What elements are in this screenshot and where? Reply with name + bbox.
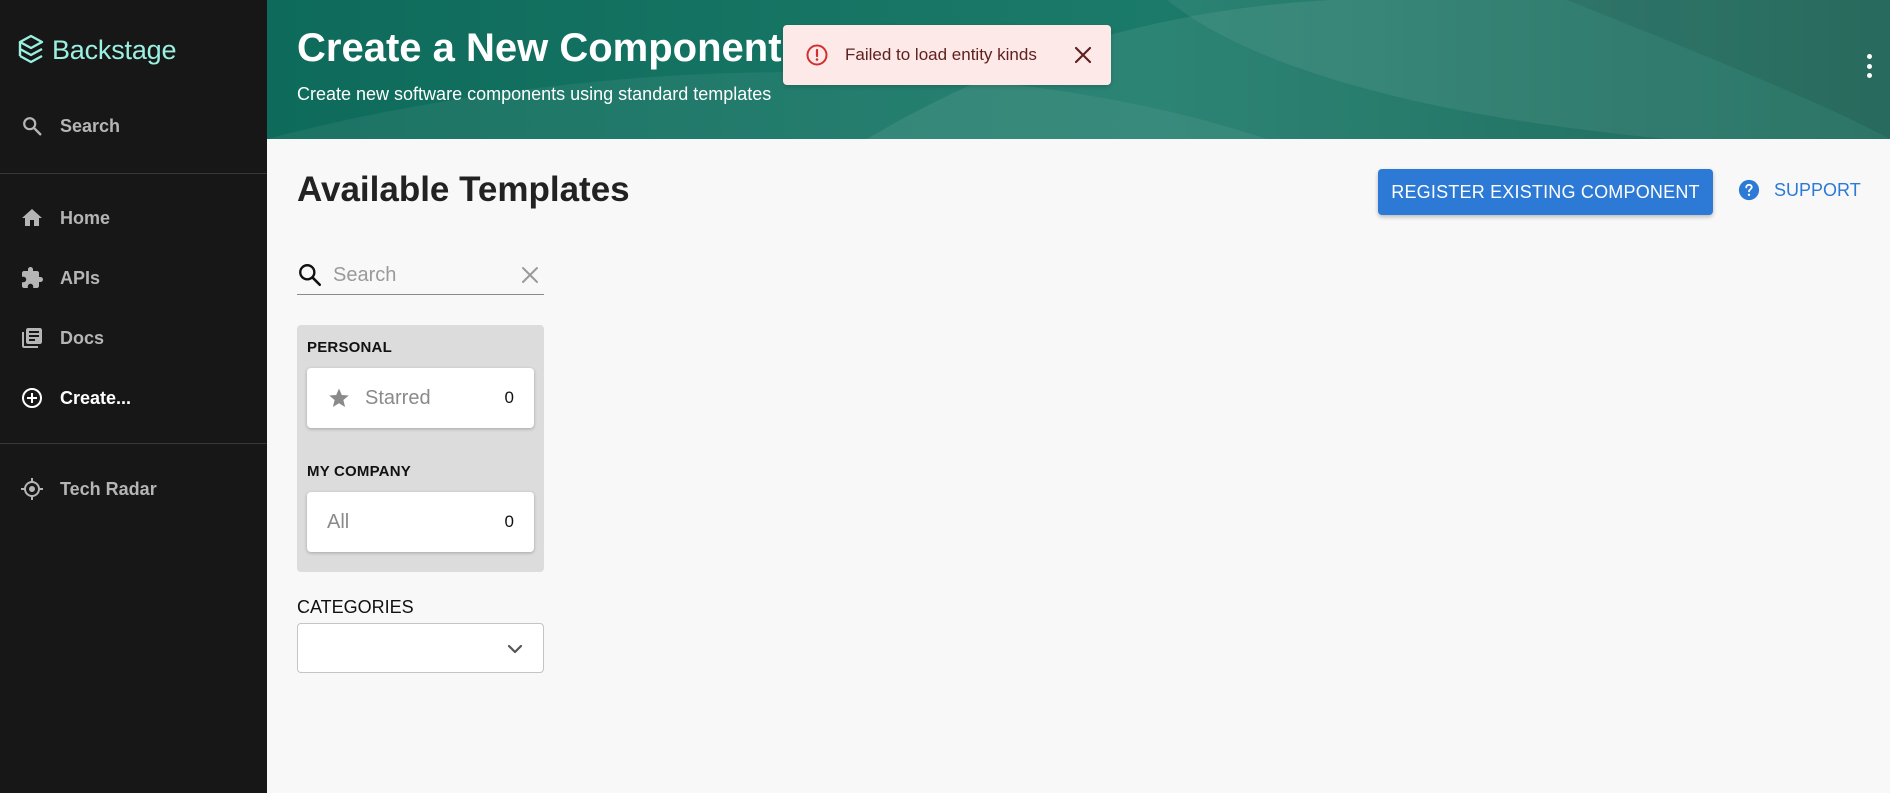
add-circle-icon <box>20 386 44 410</box>
sidebar-item-label: Home <box>60 207 111 228</box>
backstage-logo[interactable]: Backstage <box>16 32 176 68</box>
snackbar-message: Failed to load entity kinds <box>845 45 1037 64</box>
available-templates-title: Available Templates <box>297 170 630 209</box>
error-icon <box>806 44 828 66</box>
user-list-filter: PERSONAL Starred 0 MY COMPANY All 0 <box>297 325 544 572</box>
search-icon <box>299 264 322 287</box>
sidebar-item-home[interactable]: Home <box>0 194 267 242</box>
radar-icon <box>20 477 44 501</box>
clear-icon[interactable] <box>518 263 542 287</box>
page-title-header: Create a New Component <box>297 26 782 70</box>
sidebar-item-label: Create... <box>60 387 132 408</box>
sidebar: Backstage Search Home APIs Docs Create..… <box>0 0 267 793</box>
template-search <box>297 256 544 295</box>
puzzle-icon <box>20 266 44 290</box>
sidebar-divider <box>0 173 267 174</box>
categories-select[interactable] <box>297 623 544 673</box>
page-subtitle: Create new software components using sta… <box>297 84 772 104</box>
filter-count: 0 <box>504 388 514 407</box>
sidebar-item-label: Docs <box>60 327 105 348</box>
help-icon <box>1738 179 1760 201</box>
library-books-icon <box>20 326 44 350</box>
sidebar-divider <box>0 443 267 444</box>
filter-label: All <box>327 510 350 533</box>
sidebar-item-tech-radar[interactable]: Tech Radar <box>0 465 267 513</box>
categories-label: CATEGORIES <box>297 597 414 617</box>
sidebar-item-create[interactable]: Create... <box>0 374 267 422</box>
filter-label: Starred <box>365 386 431 409</box>
group-label-personal: PERSONAL <box>307 339 392 356</box>
search-icon <box>20 114 44 138</box>
filter-starred[interactable]: Starred 0 <box>307 368 534 428</box>
search-input[interactable] <box>333 263 503 287</box>
support-label: SUPPORT <box>1774 179 1861 200</box>
error-snackbar: Failed to load entity kinds <box>783 25 1111 85</box>
sidebar-item-apis[interactable]: APIs <box>0 254 267 302</box>
more-options-icon[interactable] <box>1864 54 1874 78</box>
home-icon <box>20 206 44 230</box>
filter-count: 0 <box>504 512 514 531</box>
group-label-my-company: MY COMPANY <box>307 463 411 480</box>
sidebar-item-search[interactable]: Search <box>0 102 267 150</box>
sidebar-item-label: Search <box>60 115 121 136</box>
sidebar-item-docs[interactable]: Docs <box>0 314 267 362</box>
sidebar-item-label: Tech Radar <box>60 478 157 499</box>
logo-text: Backstage <box>52 34 177 65</box>
register-existing-component-button[interactable]: REGISTER EXISTING COMPONENT <box>1378 169 1713 215</box>
close-icon[interactable] <box>1071 43 1095 67</box>
chevron-down-icon <box>507 644 523 654</box>
star-icon <box>329 388 349 407</box>
support-button[interactable]: SUPPORT <box>1738 179 1861 201</box>
sidebar-item-label: APIs <box>60 267 101 288</box>
backstage-logo-icon <box>18 34 44 64</box>
filter-all[interactable]: All 0 <box>307 492 534 552</box>
